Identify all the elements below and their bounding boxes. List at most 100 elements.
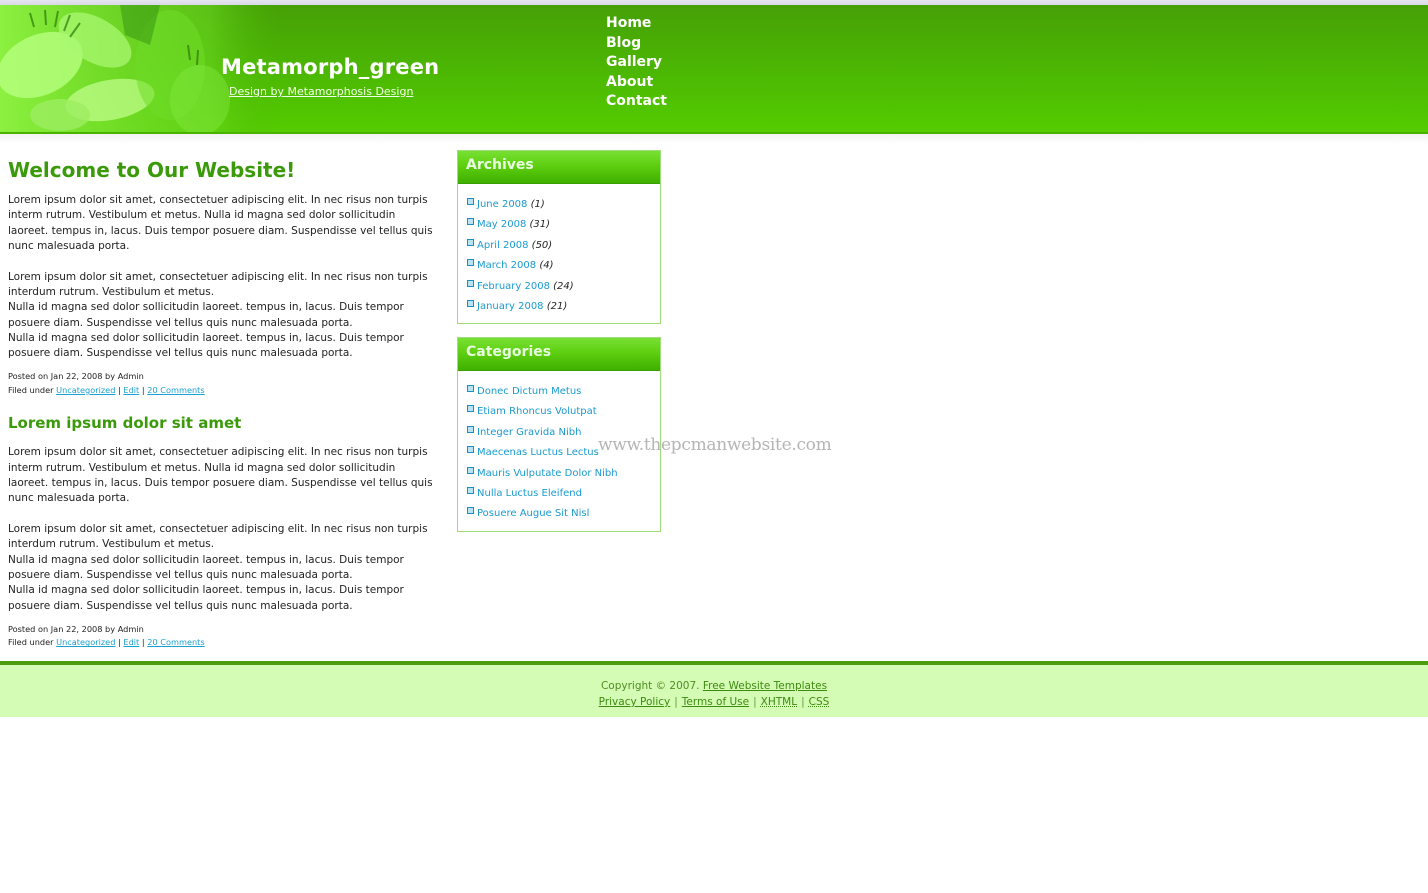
category-item: Donec Dictum Metus: [467, 382, 660, 402]
site-title: Metamorph_green: [221, 55, 440, 79]
archive-count: (24): [553, 280, 574, 292]
css-link[interactable]: CSS: [809, 696, 830, 708]
post-meta: Posted on Jan 22, 2008 by Admin Filed un…: [8, 623, 433, 650]
category-link[interactable]: Nulla Luctus Eleifend: [477, 488, 582, 499]
post-meta: Posted on Jan 22, 2008 by Admin Filed un…: [8, 370, 433, 397]
nav-about[interactable]: About: [606, 73, 667, 93]
xhtml-link[interactable]: XHTML: [761, 696, 797, 708]
category-link[interactable]: Etiam Rhoncus Volutpat: [477, 406, 597, 417]
footer-separator: |: [753, 696, 757, 708]
archive-link[interactable]: April 2008: [477, 240, 528, 251]
terms-of-use-link[interactable]: Terms of Use: [682, 696, 749, 708]
post-line: Lorem ipsum dolor sit amet, consectetuer…: [8, 523, 428, 551]
bullet-icon: [467, 466, 474, 474]
filed-under-label: Filed under: [8, 637, 54, 648]
archive-item: January 2008 (21): [467, 297, 660, 317]
watermark-text: www.thepcmanwebsite.com: [598, 435, 832, 455]
post: Welcome to Our Website! Lorem ipsum dolo…: [8, 158, 433, 397]
meta-separator: |: [141, 637, 145, 648]
archive-link[interactable]: June 2008: [477, 199, 527, 210]
filed-under-label: Filed under: [8, 384, 54, 395]
comments-link[interactable]: 20 Comments: [147, 637, 204, 647]
copyright-text: Copyright © 2007.: [600, 680, 700, 692]
meta-separator: |: [118, 637, 121, 648]
bullet-icon: [467, 487, 474, 495]
archive-item: February 2008 (24): [467, 277, 660, 297]
category-item: Nulla Luctus Eleifend: [467, 484, 660, 504]
archives-widget: Archives June 2008 (1) May 2008 (31) Apr…: [457, 150, 661, 324]
post-date: Posted on Jan 22, 2008 by Admin: [8, 371, 144, 382]
bullet-icon: [467, 425, 474, 433]
archive-count: (21): [546, 301, 568, 313]
bullet-icon: [467, 198, 474, 205]
category-item: Etiam Rhoncus Volutpat: [467, 402, 660, 422]
nav-blog[interactable]: Blog: [606, 34, 667, 54]
post-line: Nulla id magna sed dolor sollicitudin la…: [8, 301, 404, 329]
site-footer: Copyright © 2007. Free Website Templates…: [0, 665, 1428, 717]
nav-gallery[interactable]: Gallery: [606, 53, 667, 73]
archive-link[interactable]: February 2008: [477, 281, 550, 292]
bullet-icon: [467, 238, 474, 246]
archive-item: June 2008 (1): [467, 195, 660, 215]
post-title: Lorem ipsum dolor sit amet: [8, 414, 242, 433]
archives-title: Archives: [458, 151, 660, 184]
free-templates-link[interactable]: Free Website Templates: [703, 680, 827, 692]
archive-count: (4): [539, 260, 554, 272]
archive-item: May 2008 (31): [467, 215, 660, 235]
bullet-icon: [467, 385, 474, 392]
post-line: Nulla id magna sed dolor sollicitudin la…: [8, 553, 404, 582]
nav-home[interactable]: Home: [606, 14, 667, 34]
category-link[interactable]: Integer Gravida Nibh: [477, 427, 581, 438]
meta-separator: |: [118, 384, 121, 395]
bullet-icon: [467, 300, 474, 308]
archive-item: March 2008 (4): [467, 256, 660, 276]
category-item: Mauris Vulputate Dolor Nibh: [467, 464, 660, 484]
bullet-icon: [467, 405, 474, 413]
footer-separator: |: [674, 696, 678, 708]
category-link[interactable]: Uncategorized: [56, 385, 115, 395]
post-title: Welcome to Our Website!: [8, 158, 296, 182]
post-date: Posted on Jan 22, 2008 by Admin: [8, 623, 144, 634]
archives-list: June 2008 (1) May 2008 (31) April 2008 (…: [458, 184, 660, 321]
post-line: Lorem ipsum dolor sit amet, consectetuer…: [8, 270, 428, 298]
categories-title: Categories: [458, 338, 660, 371]
archive-count: (50): [531, 239, 553, 251]
header-shadow-band: [0, 134, 1428, 144]
archive-link[interactable]: March 2008: [477, 260, 536, 271]
main-content: Welcome to Our Website! Lorem ipsum dolo…: [8, 158, 433, 650]
footer-links: Privacy Policy | Terms of Use | XHTML | CSS: [0, 696, 1428, 708]
post-paragraph: Lorem ipsum dolor sit amet, consectetuer…: [8, 270, 433, 362]
footer-separator: |: [801, 696, 805, 708]
category-link[interactable]: Donec Dictum Metus: [477, 386, 581, 397]
bullet-icon: [467, 279, 474, 287]
meta-separator: |: [141, 384, 145, 395]
category-link[interactable]: Uncategorized: [56, 637, 115, 647]
archive-item: April 2008 (50): [467, 236, 660, 256]
site-subtitle-link[interactable]: Design by Metamorphosis Design: [229, 85, 413, 98]
category-link[interactable]: Mauris Vulputate Dolor Nibh: [477, 468, 618, 479]
archive-link[interactable]: January 2008: [477, 301, 544, 312]
bullet-icon: [467, 218, 474, 226]
comments-link[interactable]: 20 Comments: [147, 385, 204, 395]
edit-link[interactable]: Edit: [123, 637, 139, 647]
footer-copyright-line: Copyright © 2007. Free Website Templates: [0, 680, 1428, 692]
post: Lorem ipsum dolor sit amet Lorem ipsum d…: [8, 414, 433, 649]
post-paragraph: Lorem ipsum dolor sit amet, consectetuer…: [8, 522, 433, 614]
bullet-icon: [467, 259, 474, 267]
category-link[interactable]: Maecenas Luctus Lectus: [477, 447, 599, 458]
category-item: Posuere Augue Sit Nisl: [467, 504, 660, 524]
post-paragraph: Lorem ipsum dolor sit amet, consectetuer…: [8, 446, 433, 505]
archive-count: (31): [529, 219, 551, 231]
privacy-policy-link[interactable]: Privacy Policy: [599, 696, 671, 708]
bullet-icon: [467, 446, 474, 454]
site-header: Metamorph_green Design by Metamorphosis …: [0, 5, 1428, 134]
main-nav: Home Blog Gallery About Contact: [606, 14, 667, 112]
archive-count: (1): [530, 199, 545, 210]
category-link[interactable]: Posuere Augue Sit Nisl: [477, 508, 589, 519]
nav-contact[interactable]: Contact: [606, 92, 667, 112]
edit-link[interactable]: Edit: [123, 385, 139, 395]
bullet-icon: [467, 507, 474, 515]
post-line: Nulla id magna sed dolor sollicitudin la…: [8, 331, 404, 360]
archive-link[interactable]: May 2008: [477, 219, 526, 230]
post-line: Nulla id magna sed dolor sollicitudin la…: [8, 584, 404, 612]
